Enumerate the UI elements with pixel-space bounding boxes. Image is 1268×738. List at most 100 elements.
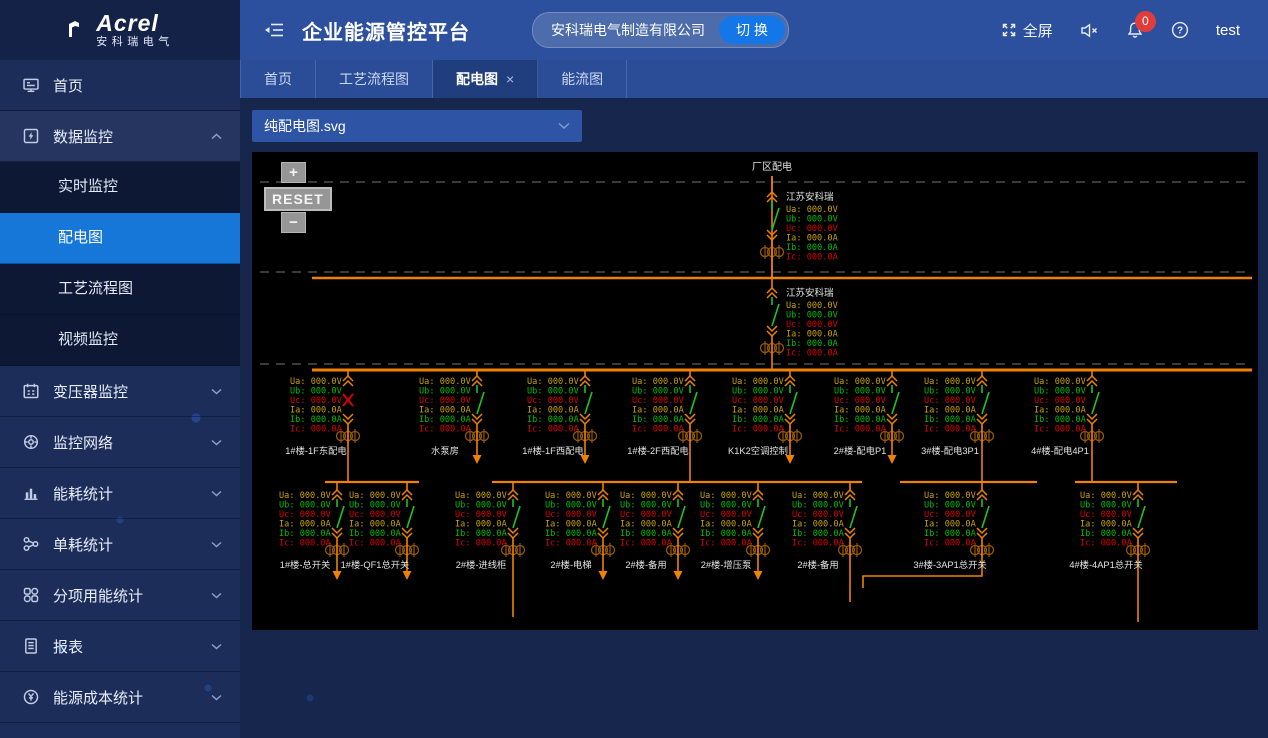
- measurement-text: Ua: 000.0V: [349, 491, 401, 501]
- notifications-button[interactable]: 0: [1126, 21, 1144, 40]
- switch-blade: [690, 392, 697, 414]
- sidebar-item-label: 能源成本统计: [53, 687, 143, 708]
- report-icon: [22, 637, 40, 655]
- tab-home[interactable]: 首页: [240, 60, 316, 98]
- measurement-text: Uc: 000.0V: [419, 396, 471, 406]
- fullscreen-button[interactable]: 全屏: [1001, 20, 1053, 41]
- measurement-text: Ub: 000.0V: [632, 387, 684, 397]
- mute-button[interactable]: [1080, 23, 1099, 38]
- measurement-text: Ia: 000.0A: [632, 406, 685, 416]
- acrel-logo-icon: [66, 18, 88, 42]
- sidebar-item-data-monitoring[interactable]: 数据监控: [0, 111, 240, 162]
- measurement-text: Uc: 000.0V: [924, 396, 976, 406]
- speaker-muted-icon: [1080, 23, 1099, 38]
- sidebar-subitem-video-monitor[interactable]: 视频监控: [0, 315, 240, 366]
- diagram-canvas[interactable]: 厂区配电江苏安科瑞Ua: 000.0VUb: 000.0VUc: 000.0VI…: [252, 152, 1258, 630]
- sidebar-subitem-realtime-monitor[interactable]: 实时监控: [0, 162, 240, 213]
- zoom-out-button[interactable]: −: [281, 212, 306, 233]
- measurement-text: Ub: 000.0V: [419, 387, 471, 397]
- sidebar: Acrel 安科瑞电气 首页 数据监控 实时监控 配电图 工艺流程图 视频监控 …: [0, 0, 240, 738]
- measurement-text: Uc: 000.0V: [455, 510, 507, 520]
- sidebar-item-energy-cost-stats[interactable]: 能源成本统计: [0, 672, 240, 723]
- measurement-text: Ic: 000.0A: [924, 539, 977, 549]
- username[interactable]: test: [1216, 22, 1240, 39]
- sidebar-subitem-distribution-diagram[interactable]: 配电图: [0, 213, 240, 264]
- measurement-text: Ia: 000.0A: [700, 520, 753, 530]
- measurement-text: Uc: 000.0V: [732, 396, 784, 406]
- notification-badge: 0: [1135, 11, 1156, 32]
- measurement-text: Ib: 000.0A: [1034, 415, 1087, 425]
- measurement-text: Ic: 000.0A: [700, 539, 753, 549]
- measurement-text: Uc: 000.0V: [792, 510, 844, 520]
- measurement-text: Ic: 000.0A: [279, 539, 332, 549]
- sidebar-item-unit-consumption-stats[interactable]: 单耗统计: [0, 519, 240, 570]
- sidebar-item-reports[interactable]: 报表: [0, 621, 240, 672]
- money-icon: [22, 688, 40, 706]
- flow-arrow: [786, 455, 795, 464]
- switch-blade: [982, 392, 989, 414]
- sidebar-item-monitor-network[interactable]: 监控网络: [0, 417, 240, 468]
- measurement-text: Uc: 000.0V: [834, 396, 886, 406]
- measurement-text: Uc: 000.0V: [620, 510, 672, 520]
- measurement-text: Ub: 000.0V: [792, 501, 844, 511]
- tab-distribution-diagram[interactable]: 配电图 ×: [433, 60, 538, 98]
- chevron-down-icon: [211, 388, 222, 395]
- measurement-text: Ic: 000.0A: [349, 539, 402, 549]
- tab-label: 能流图: [561, 69, 603, 89]
- tab-label: 工艺流程图: [339, 69, 409, 89]
- measurement-text: Ic: 000.0A: [786, 349, 839, 359]
- home-icon: [22, 76, 40, 94]
- share-nodes-icon: [22, 535, 40, 553]
- measurement-text: Ub: 000.0V: [349, 501, 401, 511]
- diagram-file-select[interactable]: 纯配电图.svg: [252, 110, 582, 142]
- flow-arrow: [581, 455, 590, 464]
- single-line-diagram: 厂区配电江苏安科瑞Ua: 000.0VUb: 000.0VUc: 000.0VI…: [252, 152, 1258, 630]
- measurement-text: Ua: 000.0V: [455, 491, 507, 501]
- measurement-text: Ib: 000.0A: [632, 415, 685, 425]
- measurement-text: Ib: 000.0A: [349, 529, 402, 539]
- sidebar-item-subitem-energy-stats[interactable]: 分项用能统计: [0, 570, 240, 621]
- chevron-down-icon: [211, 439, 222, 446]
- chevron-down-icon: [211, 694, 222, 701]
- menu-fold-button[interactable]: [264, 22, 284, 38]
- measurement-text: Ub: 000.0V: [834, 387, 886, 397]
- measurement-text: Ub: 000.0V: [279, 501, 331, 511]
- measurement-text: Ia: 000.0A: [1080, 520, 1133, 530]
- measurement-text: Ua: 000.0V: [924, 377, 976, 387]
- zoom-reset-button[interactable]: RESET: [264, 187, 332, 211]
- measurement-text: Ua: 000.0V: [924, 491, 976, 501]
- measurement-text: Ua: 000.0V: [792, 491, 844, 501]
- flow-arrow: [754, 571, 763, 580]
- switch-blade: [758, 506, 765, 528]
- company-name: 安科瑞电气制造有限公司: [551, 20, 705, 40]
- tab-energy-flow[interactable]: 能流图: [538, 60, 627, 98]
- measurement-text: Ib: 000.0A: [419, 415, 472, 425]
- sidebar-item-label: 监控网络: [53, 432, 113, 453]
- measurement-text: Ua: 000.0V: [527, 377, 579, 387]
- help-button[interactable]: ?: [1171, 21, 1189, 39]
- tab-close-icon[interactable]: ×: [506, 71, 514, 87]
- sidebar-item-home[interactable]: 首页: [0, 60, 240, 111]
- measurement-text: Ia: 000.0A: [786, 330, 839, 340]
- measurement-text: Ia: 000.0A: [545, 520, 598, 530]
- zoom-in-button[interactable]: +: [281, 162, 306, 183]
- main-content: 纯配电图.svg 厂区配电江苏安科瑞Ua: 000.0VUb: 000.0VUc…: [240, 98, 1268, 738]
- tab-process-flow[interactable]: 工艺流程图: [316, 60, 433, 98]
- sidebar-item-energy-stats[interactable]: 能耗统计: [0, 468, 240, 519]
- measurement-text: Ib: 000.0A: [279, 529, 332, 539]
- sidebar-item-transformer-monitor[interactable]: 变压器监控: [0, 366, 240, 417]
- outlet-label: 2#楼-进线柜: [456, 559, 507, 570]
- chevron-down-icon: [211, 643, 222, 650]
- measurement-text: Ia: 000.0A: [349, 520, 402, 530]
- measurement-text: Uc: 000.0V: [1080, 510, 1132, 520]
- chevron-down: [508, 528, 518, 533]
- sidebar-subitem-process-flow[interactable]: 工艺流程图: [0, 264, 240, 315]
- switch-company-button[interactable]: 切 换: [719, 16, 785, 44]
- measurement-text: Ic: 000.0A: [732, 425, 785, 435]
- switch-blade: [892, 392, 899, 414]
- company-selector[interactable]: 安科瑞电气制造有限公司 切 换: [532, 12, 789, 48]
- chevron-down: [845, 528, 855, 533]
- brand-subtitle: 安科瑞电气: [96, 37, 174, 49]
- chevron-down: [785, 414, 795, 419]
- measurement-text: Uc: 000.0V: [786, 320, 838, 330]
